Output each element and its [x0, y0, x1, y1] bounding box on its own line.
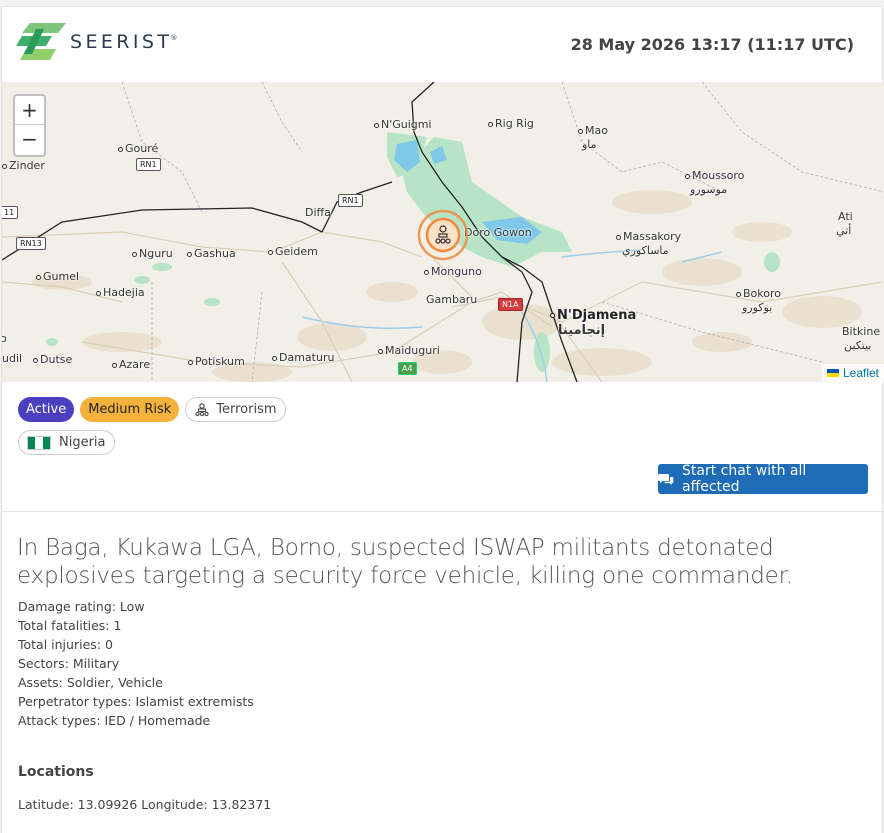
map-label-massakory-ar: ماساكوري [622, 244, 669, 257]
map-label-ndjamena-ar: إنجامينا [558, 323, 606, 338]
map-label-nguru: Nguru [132, 247, 173, 260]
zoom-out-button[interactable]: − [15, 125, 44, 154]
map-label-mao: Mao [578, 124, 608, 137]
map-label-bitkine: Bitkine [842, 325, 881, 338]
road-shield-rn13: RN13 [16, 237, 46, 250]
map-label-geidem: Geidem [268, 245, 318, 258]
map-attribution[interactable]: Leaflet [821, 364, 884, 382]
risk-badge: Medium Risk [80, 397, 180, 422]
event-headline: In Baga, Kukawa LGA, Borno, suspected IS… [17, 535, 793, 589]
status-badge: Active [18, 397, 75, 422]
ukraine-flag-icon [826, 369, 839, 377]
divider [2, 511, 884, 512]
map-label-gambaru: Gambaru [426, 293, 478, 306]
map[interactable]: + − Zinder Gouré N'Guigmi Rig Rig Mao ما… [2, 82, 884, 382]
map-label-gashua: Gashua [187, 247, 236, 260]
map-label-bokoro-ar: بوكورو [742, 301, 773, 314]
seerist-logo[interactable]: SEERIST® [16, 23, 177, 60]
tag-row: Active Medium Risk Terrorism [18, 397, 286, 422]
road-shield-rn1: RN1 [136, 158, 161, 171]
map-label-zinder: Zinder [2, 159, 45, 172]
category-badge: Terrorism [185, 397, 286, 422]
start-chat-label: Start chat with all affected [682, 463, 807, 495]
leaflet-link[interactable]: Leaflet [843, 366, 879, 380]
fact-sectors: Sectors: Military [18, 656, 120, 671]
map-label-hadejia: Hadejia [96, 286, 145, 299]
event-facts: Damage rating: Low Total fatalities: 1 T… [18, 597, 254, 730]
map-label-gumel: Gumel [36, 270, 79, 283]
page: SEERIST® 28 May 2026 13:17 (11:17 UTC) +… [0, 0, 884, 833]
category-label: Terrorism [216, 402, 277, 417]
road-shield-11: 11 [2, 206, 19, 219]
road-shield-a4: A4 [398, 362, 417, 375]
map-label-ati: Ati [838, 210, 853, 223]
map-label-monguno: Monguno [424, 265, 482, 278]
map-label-maiduguri: Maiduguri [378, 344, 440, 357]
map-label-dutse: Dutse [33, 353, 72, 366]
header: SEERIST® 28 May 2026 13:17 (11:17 UTC) [2, 7, 884, 82]
chat-icon [658, 473, 674, 486]
country-label: Nigeria [59, 435, 106, 450]
zoom-in-button[interactable]: + [15, 96, 44, 125]
zoom-control: + − [13, 94, 46, 157]
event-datetime: 28 May 2026 13:17 (11:17 UTC) [570, 35, 854, 54]
fact-assets: Assets: Soldier, Vehicle [18, 675, 163, 690]
event-marker[interactable] [417, 209, 469, 261]
map-label-udil: udil [2, 352, 23, 365]
fact-attack-types: Attack types: IED / Homemade [18, 713, 211, 728]
fact-total-fatalities: Total fatalities: 1 [18, 618, 122, 633]
map-label-ati-ar: أتي [836, 224, 852, 237]
map-label-goure: Gouré [118, 142, 158, 155]
map-label-ndjamena: N'Djamena [550, 308, 636, 323]
map-label-moussoro-ar: موسورو [690, 183, 728, 196]
fact-damage-rating: Damage rating: Low [18, 599, 145, 614]
map-label-bokoro: Bokoro [736, 287, 781, 300]
road-shield-n1a: N1A [498, 298, 523, 311]
map-label-potiskum: Potiskum [188, 355, 245, 368]
map-label-bitkine-ar: بيتكين [844, 339, 872, 352]
country-badge: Nigeria [18, 430, 115, 455]
map-label-diffa: Diffa [305, 206, 331, 219]
country-row: Nigeria [18, 430, 115, 455]
map-label-mao-ar: ماو [582, 138, 597, 151]
map-label-o: o [2, 332, 7, 345]
nigeria-flag-icon [27, 435, 51, 450]
location-coordinates: Latitude: 13.09926 Longitude: 13.82371 [18, 797, 272, 812]
terrorism-icon [194, 402, 210, 417]
map-label-massakory: Massakory [616, 230, 681, 243]
fact-total-injuries: Total injuries: 0 [18, 637, 113, 652]
event-card: SEERIST® 28 May 2026 13:17 (11:17 UTC) +… [1, 6, 884, 833]
map-label-nguigmi: N'Guigmi [374, 118, 432, 131]
map-label-damaturu: Damaturu [272, 351, 334, 364]
seerist-logo-icon [16, 23, 66, 60]
fact-perpetrator-types: Perpetrator types: Islamist extremists [18, 694, 254, 709]
locations-heading: Locations [18, 764, 94, 780]
map-label-dorogowon: Doro Gowon [464, 226, 532, 239]
map-label-moussoro: Moussoro [685, 169, 744, 182]
road-shield-rn1: RN1 [338, 194, 363, 207]
brand-name: SEERIST® [70, 30, 178, 53]
start-chat-button[interactable]: Start chat with all affected [658, 463, 868, 495]
map-label-azare: Azare [112, 358, 150, 371]
map-label-rigrig: Rig Rig [488, 117, 534, 130]
